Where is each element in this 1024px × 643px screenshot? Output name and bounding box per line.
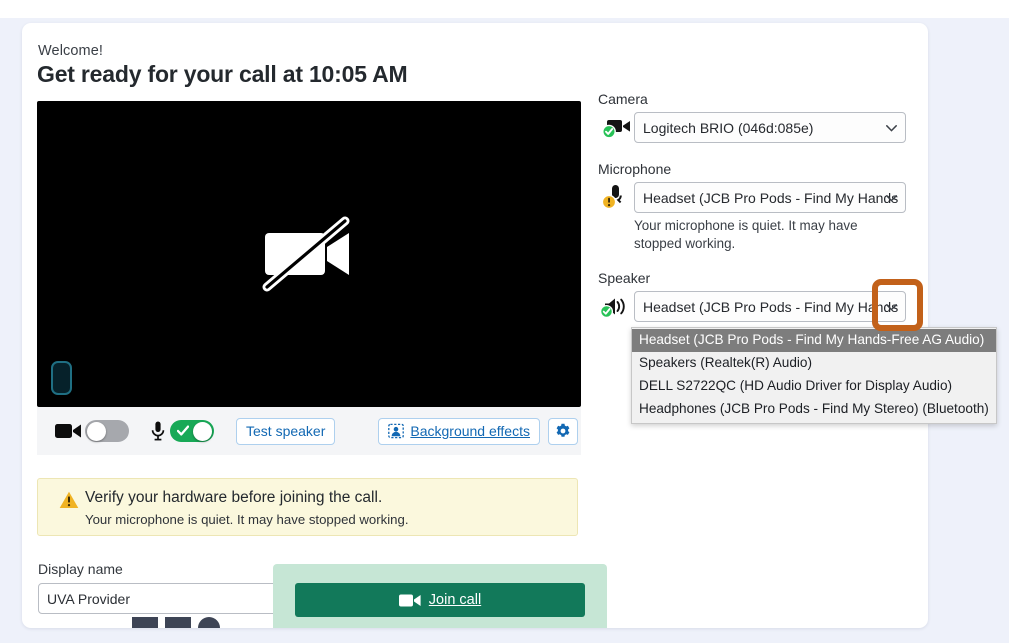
speaker-option[interactable]: Speakers (Realtek(R) Audio) [632, 352, 996, 375]
microphone-label: Microphone [598, 161, 672, 177]
microphone-selected-value: Headset (JCB Pro Pods - Find My Hands [643, 189, 899, 206]
video-camera-icon [398, 594, 421, 606]
mic-level-chip [51, 361, 72, 395]
gear-icon [556, 423, 570, 437]
camera-select[interactable]: Logitech BRIO (046d:085e) [634, 112, 906, 143]
microphone-toggle-icon [151, 421, 165, 441]
microphone-select-row: Headset (JCB Pro Pods - Find My Hands [598, 182, 918, 213]
hardware-warning-banner: Verify your hardware before joining the … [37, 478, 578, 536]
camera-selected-value: Logitech BRIO (046d:085e) [643, 119, 814, 136]
chevron-down-icon[interactable] [886, 303, 897, 311]
footer-logo-cropped [132, 617, 220, 628]
speaker-option[interactable]: Headset (JCB Pro Pods - Find My Hands-Fr… [632, 329, 996, 352]
background-effects-label: Background effects [410, 423, 530, 439]
speaker-option[interactable]: DELL S2722QC (HD Audio Driver for Displa… [632, 375, 996, 398]
display-name-label: Display name [38, 561, 123, 577]
device-settings-column: Camera Logitech BRIO (046d:085e) Microph… [598, 91, 918, 323]
test-speaker-button[interactable]: Test speaker [236, 417, 336, 445]
camera-select-row: Logitech BRIO (046d:085e) [598, 112, 918, 143]
microphone-status-icon [598, 184, 634, 212]
banner-subtitle: Your microphone is quiet. It may have st… [85, 512, 409, 527]
screenshot-root: Welcome! Get ready for your call at 10:0… [0, 0, 1024, 643]
speaker-selected-value: Headset (JCB Pro Pods - Find My Hands [643, 298, 899, 315]
microphone-note: Your microphone is quiet. It may have st… [634, 218, 858, 252]
join-call-highlight: Join call [273, 564, 607, 628]
camera-off-icon [262, 216, 350, 292]
speaker-select-row: Headset (JCB Pro Pods - Find My Hands [598, 291, 918, 323]
speaker-select[interactable]: Headset (JCB Pro Pods - Find My Hands [634, 291, 906, 323]
background-effects-button[interactable]: Background effects [378, 417, 540, 445]
display-name-input[interactable] [38, 583, 289, 614]
banner-title: Verify your hardware before joining the … [85, 489, 383, 506]
settings-button[interactable] [547, 417, 578, 445]
speaker-label: Speaker [598, 270, 651, 287]
check-icon [177, 425, 189, 436]
speaker-option[interactable]: Headphones (JCB Pro Pods - Find My Stere… [632, 398, 996, 421]
page-title: Get ready for your call at 10:05 AM [37, 61, 408, 87]
prejoin-card: Welcome! Get ready for your call at 10:0… [22, 23, 928, 628]
background-effects-icon [388, 423, 405, 439]
speaker-options-dropdown[interactable]: Headset (JCB Pro Pods - Find My Hands-Fr… [631, 327, 997, 424]
camera-label: Camera [598, 91, 648, 107]
camera-toggle-icon [55, 424, 81, 438]
microphone-toggle[interactable] [170, 420, 214, 442]
join-call-button[interactable]: Join call [295, 583, 585, 617]
camera-status-icon [598, 116, 634, 140]
microphone-select[interactable]: Headset (JCB Pro Pods - Find My Hands [634, 182, 906, 213]
chevron-down-icon [886, 194, 897, 202]
camera-toggle[interactable] [85, 420, 129, 442]
speaker-status-icon [598, 295, 634, 319]
video-preview[interactable] [37, 101, 581, 407]
join-call-label: Join call [428, 592, 482, 608]
device-control-bar: Test speaker Background effects [37, 407, 581, 455]
welcome-text: Welcome! [38, 43, 103, 59]
chevron-down-icon [886, 124, 897, 132]
warning-triangle-icon [59, 491, 79, 508]
test-speaker-label: Test speaker [246, 423, 326, 439]
page-right-margin [1009, 0, 1024, 643]
